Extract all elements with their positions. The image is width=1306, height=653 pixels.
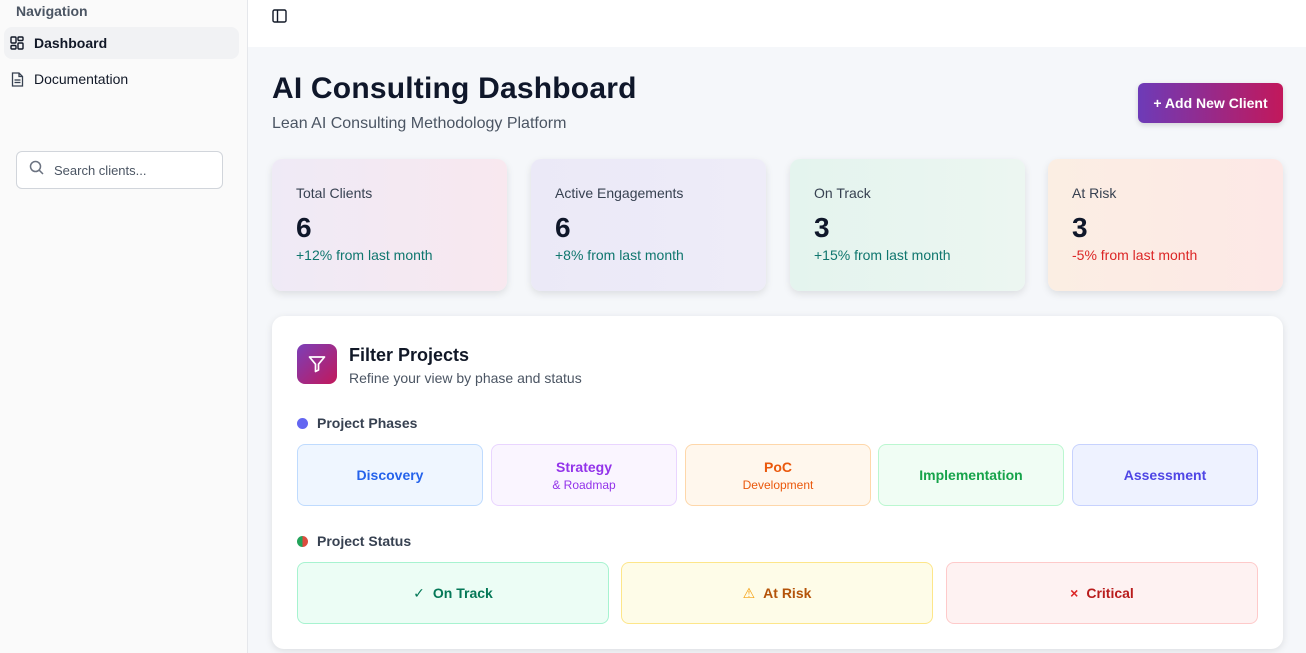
phase-sublabel: Development xyxy=(742,477,814,492)
phase-button-implementation[interactable]: Implementation xyxy=(878,444,1064,506)
filter-icon xyxy=(297,344,337,384)
status-button-critical[interactable]: × Critical xyxy=(946,562,1258,624)
status-label: Critical xyxy=(1086,585,1134,601)
page-subtitle: Lean AI Consulting Methodology Platform xyxy=(272,115,567,132)
search-icon xyxy=(29,160,44,180)
sidebar-item-dashboard[interactable]: Dashboard xyxy=(4,27,239,59)
phase-dot-icon xyxy=(297,417,308,429)
project-phases-heading: Project Phases xyxy=(297,415,417,431)
close-icon: × xyxy=(1070,585,1079,601)
phase-label: Strategy xyxy=(555,458,613,475)
stat-label: At Risk xyxy=(1072,185,1117,201)
filter-panel: Filter Projects Refine your view by phas… xyxy=(272,316,1283,649)
sidebar: Navigation Dashboard Documentation xyxy=(0,0,248,653)
stat-change: +12% from last month xyxy=(296,247,433,263)
phase-button-discovery[interactable]: Discovery xyxy=(297,444,483,506)
stat-card-active-engagements: Active Engagements 6 +8% from last month xyxy=(531,159,766,291)
phase-button-poc[interactable]: PoC Development xyxy=(685,444,871,506)
project-status-label: Project Status xyxy=(317,533,412,549)
nav-heading: Navigation xyxy=(16,3,88,19)
stat-card-at-risk: At Risk 3 -5% from last month xyxy=(1048,159,1283,291)
project-status-heading: Project Status xyxy=(297,533,411,549)
phase-button-strategy[interactable]: Strategy & Roadmap xyxy=(491,444,677,506)
phase-label: Discovery xyxy=(356,467,424,483)
stat-change: +8% from last month xyxy=(555,247,684,263)
stat-label: Active Engagements xyxy=(555,185,684,201)
checkmark-icon: ✓ xyxy=(413,584,425,601)
status-label: At Risk xyxy=(763,585,812,601)
stat-value: 3 xyxy=(814,212,830,243)
document-icon xyxy=(9,71,25,87)
stat-value: 3 xyxy=(1072,212,1088,243)
stat-card-total-clients: Total Clients 6 +12% from last month xyxy=(272,159,507,291)
project-phases-label: Project Phases xyxy=(317,415,418,431)
stat-card-on-track: On Track 3 +15% from last month xyxy=(790,159,1025,291)
phase-label: Assessment xyxy=(1123,467,1207,483)
add-new-client-button[interactable]: + Add New Client xyxy=(1138,83,1283,123)
sidebar-item-label: Dashboard xyxy=(34,35,108,51)
sidebar-item-documentation[interactable]: Documentation xyxy=(4,63,239,95)
stat-change: +15% from last month xyxy=(814,247,951,263)
dashboard-grid-icon xyxy=(9,35,25,51)
stat-label: Total Clients xyxy=(296,185,373,201)
filter-title: Filter Projects xyxy=(349,345,470,365)
search-input[interactable] xyxy=(54,162,204,178)
stat-value: 6 xyxy=(296,212,312,243)
filter-subtitle: Refine your view by phase and status xyxy=(349,370,582,386)
sidebar-toggle-button[interactable] xyxy=(270,8,288,28)
phase-label: PoC xyxy=(764,458,792,475)
page-title: AI Consulting Dashboard xyxy=(272,72,637,105)
status-dot-icon xyxy=(297,535,308,547)
warning-icon: ⚠ xyxy=(742,584,756,601)
status-button-at-risk[interactable]: ⚠ At Risk xyxy=(621,562,933,624)
status-label: On Track xyxy=(432,585,493,601)
stat-value: 6 xyxy=(555,212,571,243)
stat-label: On Track xyxy=(814,185,871,201)
top-bar xyxy=(248,0,1306,47)
phase-button-assessment[interactable]: Assessment xyxy=(1072,444,1258,506)
status-button-on-track[interactable]: ✓ On Track xyxy=(297,562,609,624)
phase-label: Implementation xyxy=(919,467,1023,483)
stat-change: -5% from last month xyxy=(1072,247,1198,263)
sidebar-item-label: Documentation xyxy=(34,71,129,87)
phase-sublabel: & Roadmap xyxy=(552,477,616,492)
search-box xyxy=(16,151,223,189)
sidebar-toggle-icon xyxy=(271,8,287,28)
